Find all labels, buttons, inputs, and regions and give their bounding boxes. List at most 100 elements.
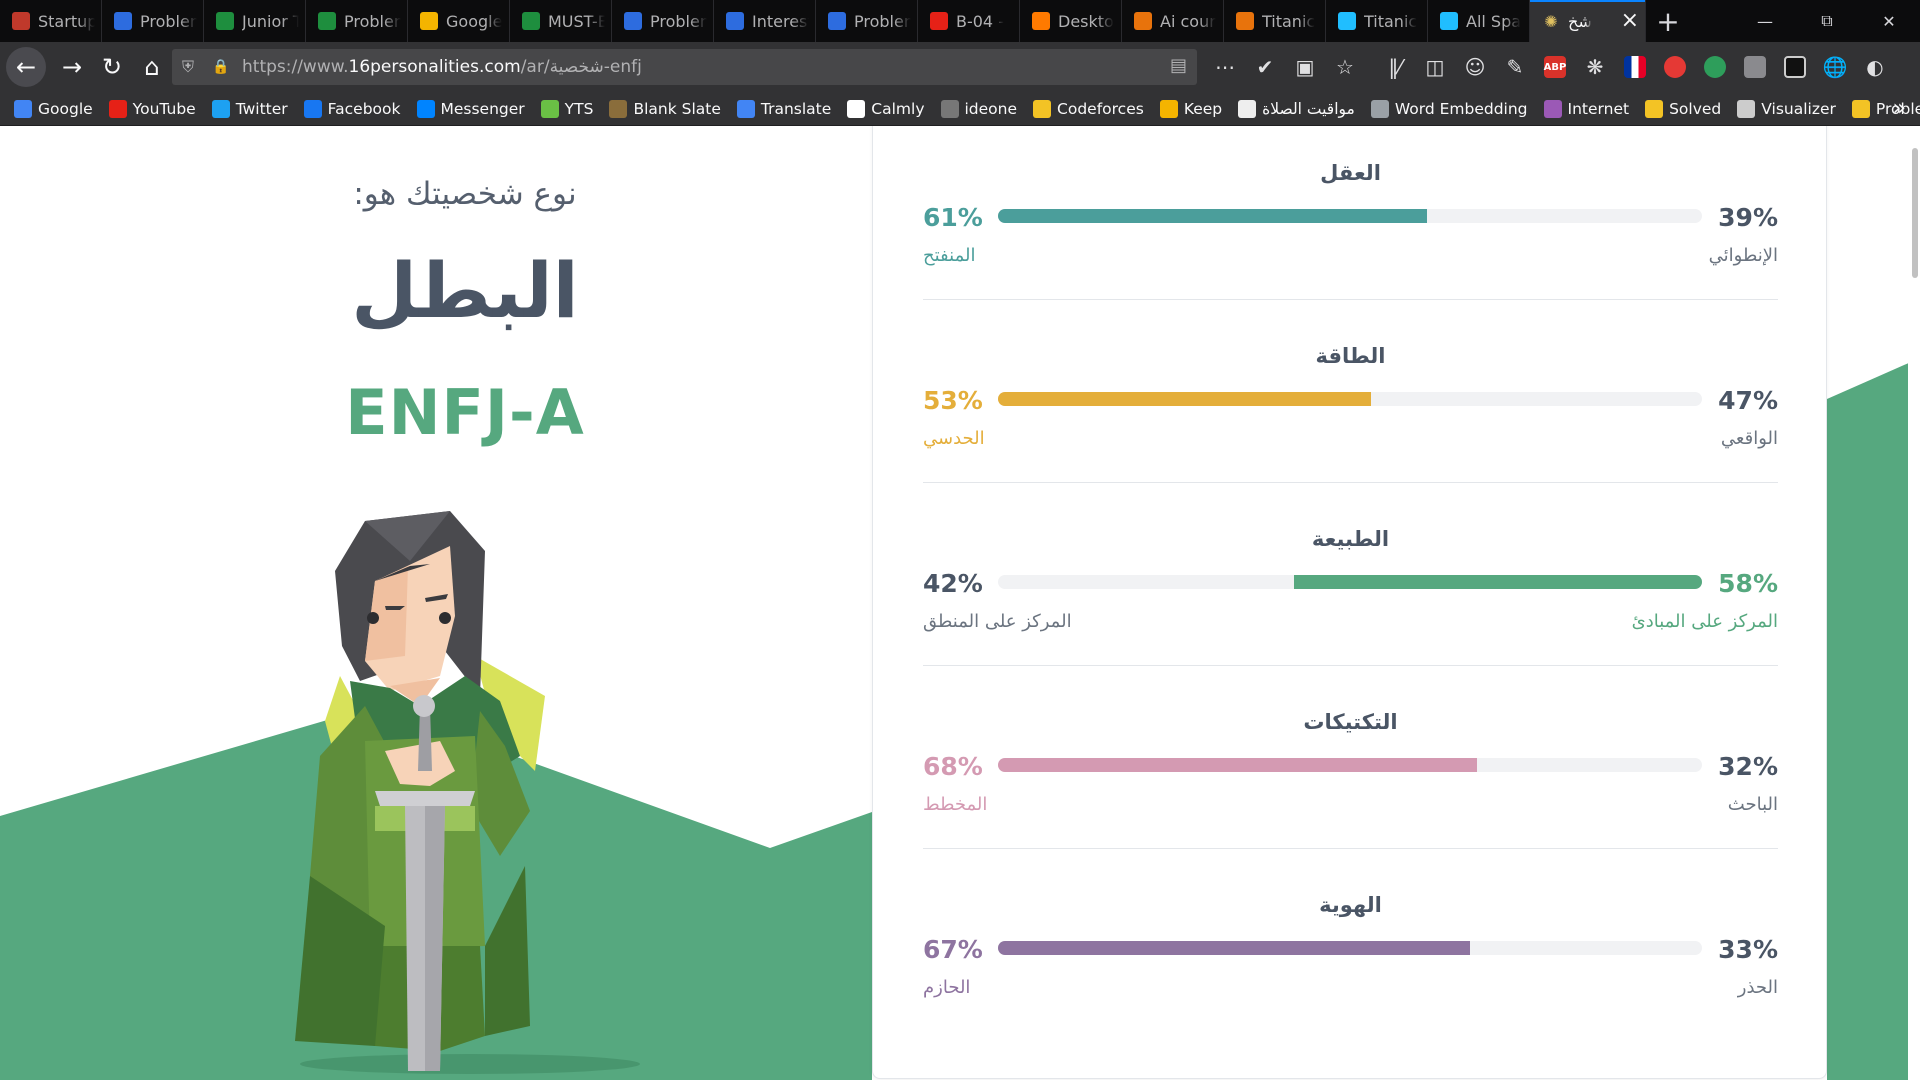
bookmark-item[interactable]: Codeforces <box>1033 99 1144 118</box>
flag-extension-icon[interactable] <box>1615 47 1655 87</box>
bar-chart-icon <box>726 12 744 30</box>
library-icon[interactable]: ‖⁄ <box>1375 47 1415 87</box>
window-controls: — ⧉ ✕ <box>1734 0 1920 42</box>
trait-left-percent: 67% <box>923 935 983 964</box>
notes-icon[interactable]: ✎ <box>1495 47 1535 87</box>
word-embedding-icon <box>1370 99 1389 118</box>
screenshot-icon[interactable]: ▣ <box>1285 47 1325 87</box>
tab-0[interactable]: Startup <box>0 0 102 42</box>
trait-row[interactable]: الهوية 67% 33% الحازم الحذر <box>923 849 1778 1032</box>
tab-active[interactable]: ✺ شخ × <box>1530 0 1646 42</box>
trait-title: الطاقة <box>1315 344 1386 368</box>
dark-extension-icon[interactable] <box>1775 47 1815 87</box>
bookmark-label: YouTube <box>132 99 196 118</box>
more-bookmarks-icon[interactable]: » <box>1893 96 1906 121</box>
trait-row[interactable]: العقل 61% 39% المنفتح الإنطوائي <box>923 126 1778 300</box>
bookmark-label: Facebook <box>327 99 401 118</box>
bookmark-item[interactable]: Problem Topics <box>1851 99 1920 118</box>
kaggle-icon <box>1338 12 1356 30</box>
gray-extension-icon[interactable] <box>1735 47 1775 87</box>
reader-view-icon[interactable]: ▤ <box>1170 55 1187 76</box>
tab-label: Problem <box>854 11 911 31</box>
translate-icon <box>736 99 755 118</box>
account-icon[interactable]: ☺ <box>1455 47 1495 87</box>
scrollbar-thumb[interactable] <box>1912 148 1918 278</box>
page-actions-icon[interactable]: ⋯ <box>1205 47 1245 87</box>
tomato-icon[interactable] <box>1655 47 1695 87</box>
tab-10[interactable]: Deskto <box>1020 0 1122 42</box>
bookmark-item[interactable]: Facebook <box>303 99 401 118</box>
adblock-icon[interactable]: ABP <box>1535 47 1575 87</box>
tab-13[interactable]: Titanic <box>1326 0 1428 42</box>
restore-button[interactable]: ⧉ <box>1796 0 1858 42</box>
google-icon <box>14 99 32 118</box>
protagonist-character-illustration <box>295 511 640 1074</box>
green-extension-icon[interactable] <box>1695 47 1735 87</box>
personality-code: ENFJ-A <box>345 376 585 449</box>
tab-7[interactable]: Interest <box>714 0 816 42</box>
bookmark-item[interactable]: YTS <box>540 99 593 118</box>
bookmark-item[interactable]: Twitter <box>211 99 288 118</box>
tab-8[interactable]: Problem <box>816 0 918 42</box>
menu-icon[interactable]: ☰ <box>1909 47 1920 87</box>
bookmark-item[interactable]: مواقيت الصلاة <box>1238 99 1355 118</box>
traits-card: العقل 61% 39% المنفتح الإنطوائي الطاقة 53% 47% ا… <box>872 126 1827 1079</box>
tab-label: Ai cour <box>1160 11 1216 31</box>
globe-icon[interactable]: 🌐 <box>1815 47 1855 87</box>
bookmark-item[interactable]: YouTube <box>108 99 196 118</box>
shield-icon[interactable]: ⛨ <box>182 57 204 77</box>
bookmark-item[interactable]: Calmly <box>847 99 925 118</box>
tab-14[interactable]: All Spa <box>1428 0 1530 42</box>
new-tab-button[interactable]: + <box>1646 0 1690 42</box>
bookmark-item[interactable]: Translate <box>736 99 831 118</box>
tab-6[interactable]: Problem <box>612 0 714 42</box>
forward-button[interactable]: → <box>52 47 92 87</box>
back-button[interactable]: ← <box>6 47 46 87</box>
bookmark-label: مواقيت الصلاة <box>1262 99 1355 118</box>
bookmark-item[interactable]: Visualizer <box>1737 99 1836 118</box>
pocket-icon[interactable]: ✔ <box>1245 47 1285 87</box>
bookmark-item[interactable]: Keep <box>1159 99 1222 118</box>
sheet-icon <box>522 12 540 30</box>
trait-row[interactable]: التكتيكات 68% 32% المخطط الباحث <box>923 666 1778 849</box>
bookmark-item[interactable]: Internet <box>1543 99 1629 118</box>
bookmark-item[interactable]: Messenger <box>416 99 525 118</box>
yts-icon <box>540 99 559 118</box>
page-scrollbar[interactable] <box>1908 126 1920 1080</box>
tab-12[interactable]: Titanic <box>1224 0 1326 42</box>
trait-row[interactable]: الطبيعة 42% 58% المركز على المنطق المركز على… <box>923 483 1778 666</box>
home-button[interactable]: ⌂ <box>132 47 172 87</box>
navigation-toolbar: ← → ↻ ⌂ ⛨ 🔒 https://www.16personalities.… <box>0 42 1920 92</box>
lock-icon[interactable]: 🔒 <box>212 59 234 75</box>
bookmark-item[interactable]: Blank Slate <box>609 99 721 118</box>
sidebar-icon[interactable]: ◫ <box>1415 47 1455 87</box>
16personalities-icon: ✺ <box>1544 11 1558 31</box>
bookmark-item[interactable]: Solved <box>1645 99 1721 118</box>
bookmark-item[interactable]: ideone <box>940 99 1017 118</box>
tab-3[interactable]: Problem <box>306 0 408 42</box>
tab-4[interactable]: Google <box>408 0 510 42</box>
bookmark-item[interactable]: Word Embedding <box>1370 99 1528 118</box>
close-tab-icon[interactable]: × <box>1621 10 1639 32</box>
url-text[interactable]: https://www.16personalities.com/ar/شخصية… <box>242 57 642 77</box>
minimize-button[interactable]: — <box>1734 0 1796 42</box>
trait-left-percent: 61% <box>923 203 983 232</box>
url-bar[interactable]: ⛨ 🔒 https://www.16personalities.com/ar/ش… <box>172 49 1197 85</box>
trait-row[interactable]: الطاقة 53% 47% الحدسي الواقعي <box>923 300 1778 483</box>
reload-button[interactable]: ↻ <box>92 47 132 87</box>
bookmark-star-icon[interactable]: ☆ <box>1325 47 1365 87</box>
tab-1[interactable]: Problem <box>102 0 204 42</box>
close-window-button[interactable]: ✕ <box>1858 0 1920 42</box>
tab-label: Titanic <box>1364 11 1418 31</box>
extension-icon[interactable]: ❋ <box>1575 47 1615 87</box>
tab-11[interactable]: Ai cour <box>1122 0 1224 42</box>
trait-title: التكتيكات <box>1303 710 1398 734</box>
tab-5[interactable]: MUST-E <box>510 0 612 42</box>
sheet-icon <box>216 12 234 30</box>
tab-label: Problem <box>140 11 197 31</box>
trait-left-label: المخطط <box>923 794 988 815</box>
bookmark-item[interactable]: Google <box>14 99 93 118</box>
tab-9[interactable]: B-04 - <box>918 0 1020 42</box>
translate-ext-icon[interactable]: ◐ <box>1855 47 1895 87</box>
tab-2[interactable]: Junior T <box>204 0 306 42</box>
